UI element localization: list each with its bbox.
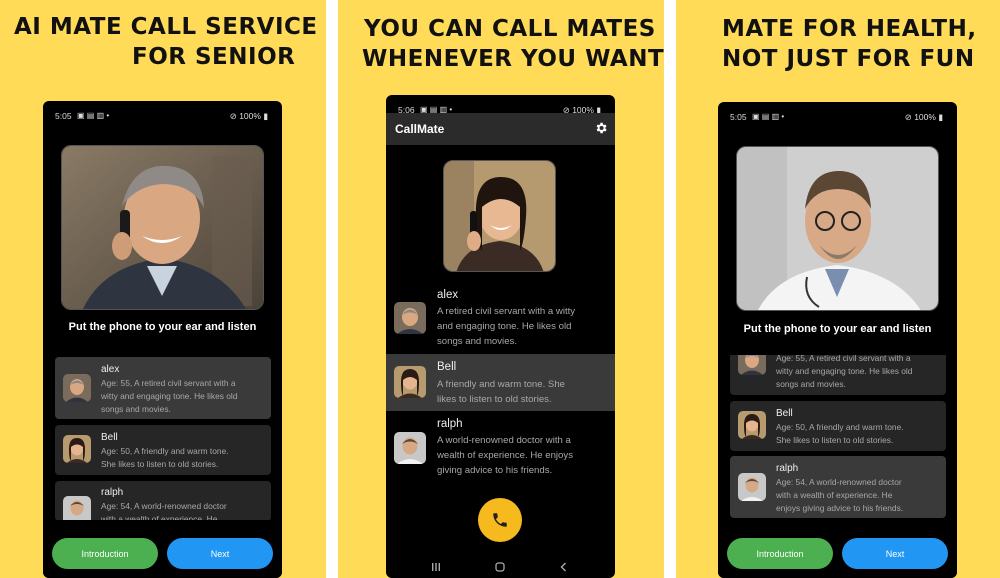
card-description: A world-renowned doctor with a wealth of… [437, 435, 573, 476]
headline: MATE FOR HEALTH, NOT JUST FOR FUN [722, 14, 1000, 74]
card-description: Age: 50, A friendly and warm tone. She l… [101, 446, 229, 469]
status-bar: 5:05 ▣ ▤ ▥ • ⊘ 100% ▮ [718, 102, 957, 130]
status-time: 5:05 [730, 112, 747, 122]
card-name: ralph [101, 487, 124, 498]
mate-card-bell[interactable]: Bell A friendly and warm tone. She likes… [386, 354, 615, 411]
system-nav-bar [386, 556, 615, 578]
notification-icons: ▣ ▤ ▥ • [752, 112, 785, 121]
woman-avatar-icon [63, 435, 91, 463]
card-name: Bell [776, 408, 793, 419]
phone-icon [493, 513, 507, 527]
mate-photo [443, 160, 556, 272]
phone-screen: 5:05 ▣ ▤ ▥ • ⊘ 100% ▮ Put the phone to y… [43, 101, 282, 578]
status-bar: 5:05 ▣ ▤ ▥ • ⊘ 100% ▮ [43, 101, 282, 129]
instruction-text: Put the phone to your ear and listen [743, 323, 932, 335]
avatar-alex [63, 374, 91, 402]
woman-avatar-icon [394, 366, 426, 398]
doctor-photo [737, 147, 938, 310]
home-icon[interactable] [494, 561, 506, 573]
headline-line-1: AI MATE CALL SERVICE [14, 14, 318, 40]
headline: AI MATE CALL SERVICE FOR SENIOR [14, 12, 318, 72]
back-icon[interactable] [558, 561, 570, 573]
introduction-button[interactable]: Introduction [52, 538, 158, 569]
mute-icon: ⊘ [229, 111, 240, 121]
card-description: Age: 55, A retired civil servant with a … [101, 378, 238, 414]
avatar-alex [394, 302, 426, 334]
card-description: A friendly and warm tone. She likes to l… [437, 379, 565, 405]
headline-line-2: WHENEVER YOU WANT [362, 46, 664, 72]
card-name: alex [101, 364, 120, 375]
headline-line-1: MATE FOR HEALTH, [722, 16, 977, 42]
card-name: alex [437, 289, 459, 301]
doctor-avatar-icon [63, 496, 91, 521]
avatar-ralph [738, 473, 766, 501]
mate-card-alex[interactable]: Age: 55, A retired civil servant with a … [730, 355, 946, 395]
mate-card-ralph[interactable]: ralph Age: 54, A world-renowned doctor w… [730, 456, 946, 518]
card-description: Age: 55, A retired civil servant with a … [776, 355, 913, 389]
call-button[interactable] [478, 498, 522, 542]
card-name: ralph [776, 463, 799, 474]
phone-screen: 5:06 ▣ ▤ ▥ • ⊘ 100% ▮ CallMate alex A re… [386, 95, 615, 578]
woman-avatar-icon [738, 411, 766, 439]
avatar-ralph [394, 432, 426, 464]
bottom-bar: Introduction Next [718, 520, 957, 578]
card-description: Age: 50, A friendly and warm tone. She l… [776, 422, 904, 445]
card-description: Age: 54, A world-renowned doctor with a … [101, 501, 227, 521]
gear-icon[interactable] [594, 121, 608, 135]
app-bar: CallMate [386, 113, 615, 145]
mute-icon: ⊘ [904, 112, 915, 122]
man-avatar-icon [63, 374, 91, 402]
avatar-alex [738, 355, 766, 375]
avatar-ralph [63, 496, 91, 521]
mate-card-alex[interactable]: alex A retired civil servant with a witt… [386, 285, 615, 347]
headline-line-2: NOT JUST FOR FUN [722, 46, 975, 72]
mate-card-alex[interactable]: alex Age: 55, A retired civil servant wi… [55, 357, 271, 419]
card-name: Bell [101, 432, 118, 443]
recent-apps-icon[interactable] [430, 561, 442, 573]
mate-card-ralph[interactable]: ralph Age: 54, A world-renowned doctor w… [55, 481, 271, 521]
promo-panel-3: MATE FOR HEALTH, NOT JUST FOR FUN 5:05 ▣… [676, 0, 1000, 578]
doctor-avatar-icon [394, 432, 426, 464]
headline: YOU CAN CALL MATES WHENEVER YOU WANT [362, 14, 664, 74]
card-description: A retired civil servant with a witty and… [437, 306, 576, 347]
status-time: 5:05 [55, 111, 72, 121]
doctor-avatar-icon [738, 473, 766, 501]
man-avatar-icon [738, 355, 766, 375]
headline-line-2: FOR SENIOR [132, 44, 296, 70]
instruction-text: Put the phone to your ear and listen [68, 321, 257, 333]
status-battery: ⊘ 100% ▮ [229, 111, 268, 121]
notification-icons: ▣ ▤ ▥ • [77, 111, 110, 120]
man-avatar-icon [394, 302, 426, 334]
mate-list[interactable]: Age: 55, A retired civil servant with a … [718, 355, 957, 520]
status-battery: ⊘ 100% ▮ [904, 112, 943, 122]
avatar-bell [63, 435, 91, 463]
mate-photo [61, 145, 264, 310]
next-button[interactable]: Next [842, 538, 948, 569]
app-title: CallMate [395, 122, 445, 136]
bottom-bar: Introduction Next [43, 520, 282, 578]
promo-panel-1: AI MATE CALL SERVICE FOR SENIOR 5:05 ▣ ▤… [0, 0, 326, 578]
mate-card-bell[interactable]: Bell Age: 50, A friendly and warm tone. … [55, 425, 271, 475]
avatar-bell [394, 366, 426, 398]
headline-line-1: YOU CAN CALL MATES [364, 16, 656, 42]
mate-photo [736, 146, 939, 311]
card-description: Age: 54, A world-renowned doctor with a … [776, 477, 904, 513]
card-name: ralph [437, 418, 463, 430]
mate-card-ralph[interactable]: ralph A world-renowned doctor with a wea… [386, 413, 615, 476]
mate-card-bell[interactable]: Bell Age: 50, A friendly and warm tone. … [730, 401, 946, 451]
next-button[interactable]: Next [167, 538, 273, 569]
promo-panel-2: YOU CAN CALL MATES WHENEVER YOU WANT 5:0… [338, 0, 664, 578]
introduction-button[interactable]: Introduction [727, 538, 833, 569]
woman-photo [444, 161, 555, 271]
card-name: Bell [437, 361, 457, 373]
senior-man-photo [62, 146, 263, 309]
avatar-bell [738, 411, 766, 439]
phone-screen: 5:05 ▣ ▤ ▥ • ⊘ 100% ▮ Put the phone to y… [718, 102, 957, 578]
